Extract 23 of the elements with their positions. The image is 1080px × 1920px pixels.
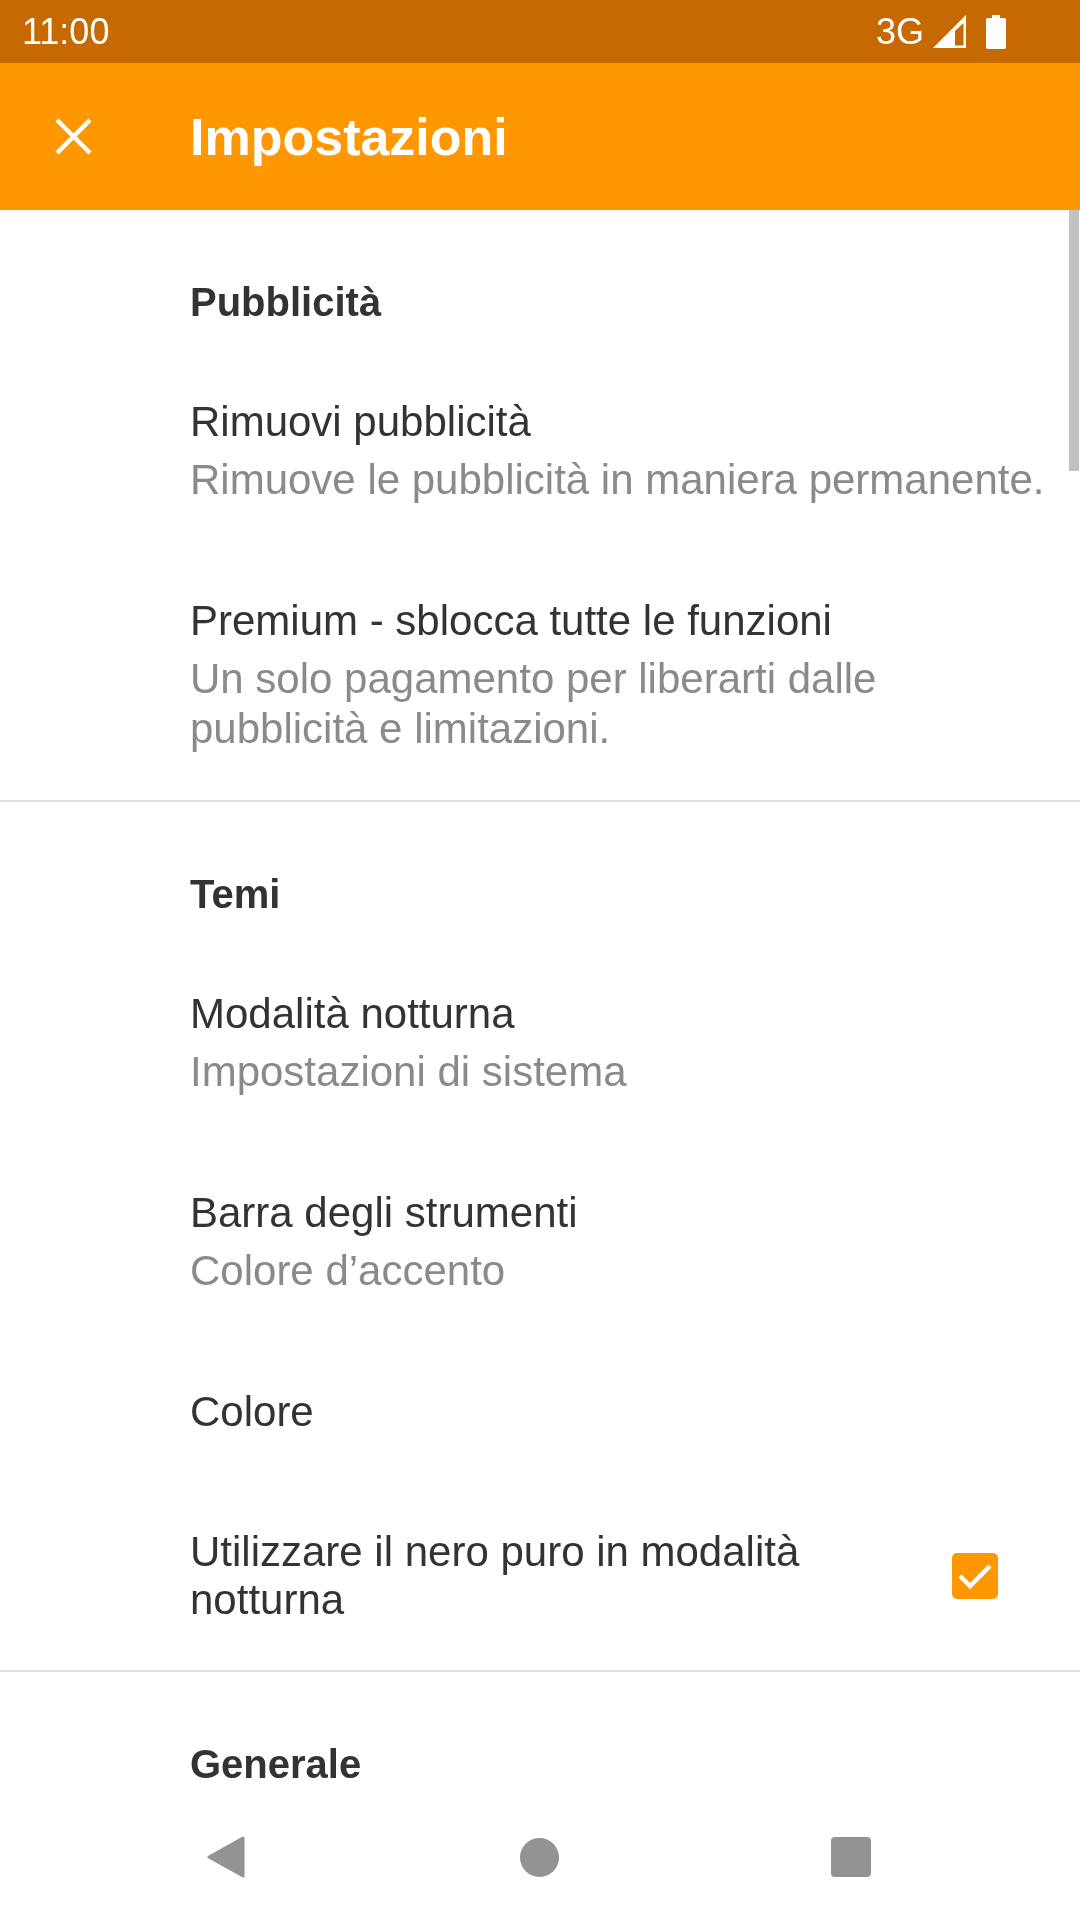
checkbox[interactable] [952, 1553, 998, 1599]
setting-title: Premium - sblocca tutte le funzioni [190, 597, 832, 645]
signal-icon [933, 15, 967, 48]
setting-summary: Un solo pagamento per liberarti dalle pubblicità e limitazioni. [190, 654, 878, 754]
home-icon[interactable] [520, 1837, 559, 1877]
toolbar-title: Impostazioni [190, 106, 508, 167]
setting-summary: Rimuove le pubblicità in maniera permanente. [190, 455, 1045, 505]
setting-title: Utilizzare il nero puro in modalità notturna [190, 1528, 801, 1624]
setting-summary: Impostazioni di sistema [190, 1047, 627, 1097]
section-header: Generale [190, 1742, 362, 1786]
network-type: 3G [875, 11, 924, 52]
section-header: Pubblicità [190, 280, 382, 324]
back-icon[interactable] [207, 1836, 245, 1878]
clock-time: 11:00 [22, 11, 110, 52]
section-header: Temi [190, 872, 281, 916]
setting-title: Colore [190, 1388, 314, 1436]
setting-title: Barra degli strumenti [190, 1189, 578, 1237]
close-icon[interactable] [55, 118, 92, 155]
battery-icon [986, 14, 1006, 49]
setting-title: Modalità notturna [190, 990, 515, 1038]
setting-title: Rimuovi pubblicità [190, 398, 531, 446]
check-icon [957, 1562, 993, 1590]
setting-summary: Colore d’accento [190, 1246, 506, 1296]
